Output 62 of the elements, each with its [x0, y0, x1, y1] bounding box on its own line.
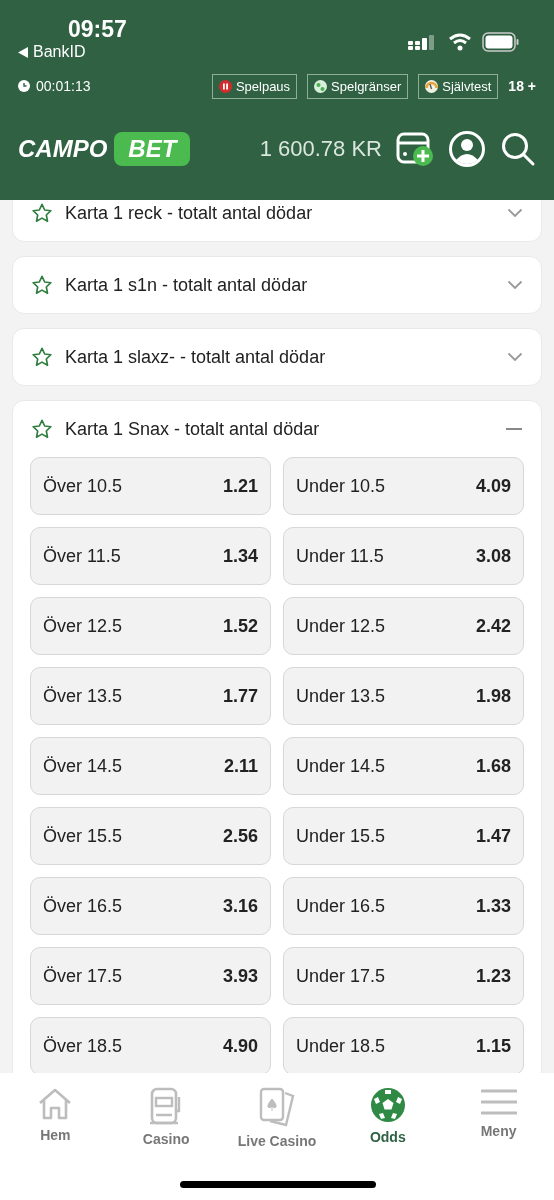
nav-tab[interactable]: Live Casino: [221, 1087, 333, 1149]
market-title: Karta 1 reck - totalt antal dödar: [65, 202, 314, 224]
logo-badge: BET: [114, 132, 191, 166]
nav-tab[interactable]: Odds: [332, 1087, 444, 1145]
odds-button[interactable]: Över 15.5 2.56: [30, 807, 271, 865]
wifi-icon: [448, 33, 472, 51]
clock-icon: [18, 80, 30, 92]
star-icon[interactable]: [31, 202, 53, 224]
profile-icon[interactable]: [448, 130, 486, 168]
market-header[interactable]: Karta 1 s1n - totalt antal dödar: [13, 257, 541, 313]
responsible-gaming-link[interactable]: Självtest: [418, 73, 499, 99]
star-icon[interactable]: [31, 418, 53, 440]
gauge-icon: [425, 79, 439, 93]
nav-tab[interactable]: Meny: [443, 1087, 554, 1139]
odds-button[interactable]: Över 12.5 1.52: [30, 597, 271, 655]
menu-icon: [480, 1087, 517, 1117]
chevron-down-icon[interactable]: [507, 352, 523, 362]
battery-icon: [482, 32, 520, 52]
market-header[interactable]: Karta 1 Snax - totalt antal dödar: [13, 401, 541, 457]
wallet-plus-icon[interactable]: [396, 131, 434, 167]
pause-icon: [218, 79, 232, 93]
globe-icon: [314, 79, 328, 93]
back-arrow-icon[interactable]: [18, 46, 28, 58]
soccer-ball-icon: [369, 1087, 406, 1123]
age-limit: 18 +: [508, 78, 536, 94]
odds-button[interactable]: Över 18.5 4.90: [30, 1017, 271, 1073]
playing-cards-icon: [258, 1087, 296, 1127]
nav-tab[interactable]: Casino: [110, 1087, 222, 1147]
odds-button[interactable]: Över 16.5 3.16: [30, 877, 271, 935]
collapse-icon[interactable]: [505, 427, 523, 431]
odds-button[interactable]: Över 13.5 1.77: [30, 667, 271, 725]
market-header[interactable]: Karta 1 reck - totalt antal dödar: [13, 200, 541, 241]
odds-button[interactable]: Under 13.5 1.98: [283, 667, 524, 725]
chevron-down-icon[interactable]: [507, 208, 523, 218]
odds-button[interactable]: Över 11.5 1.34: [30, 527, 271, 585]
odds-button[interactable]: Under 10.5 4.09: [283, 457, 524, 515]
odds-button[interactable]: Under 11.5 3.08: [283, 527, 524, 585]
status-time: 09:57: [67, 16, 127, 42]
odds-button[interactable]: Under 18.5 1.15: [283, 1017, 524, 1073]
market-header[interactable]: Karta 1 slaxz- - totalt antal dödar: [13, 329, 541, 385]
back-link[interactable]: BankID: [33, 42, 86, 62]
odds-button[interactable]: Under 17.5 1.23: [283, 947, 524, 1005]
search-icon[interactable]: [500, 131, 536, 167]
odds-button[interactable]: Under 15.5 1.47: [283, 807, 524, 865]
chevron-down-icon[interactable]: [507, 280, 523, 290]
nav-tab[interactable]: Hem: [0, 1087, 111, 1143]
session-timer: 00:01:13: [36, 78, 91, 94]
odds-button[interactable]: Över 14.5 2.11: [30, 737, 271, 795]
market-title: Karta 1 Snax - totalt antal dödar: [65, 418, 321, 440]
market-title: Karta 1 s1n - totalt antal dödar: [65, 274, 309, 296]
responsible-gaming-link[interactable]: Spelpaus: [211, 73, 298, 99]
odds-button[interactable]: Över 10.5 1.21: [30, 457, 271, 515]
logo-text: CAMPO: [18, 135, 108, 163]
odds-button[interactable]: Under 14.5 1.68: [283, 737, 524, 795]
responsible-gaming-link[interactable]: Spelgränser: [307, 73, 409, 99]
odds-button[interactable]: Över 17.5 3.93: [30, 947, 271, 1005]
star-icon[interactable]: [31, 274, 53, 296]
account-balance: 1 600.78 KR: [259, 136, 382, 162]
star-icon[interactable]: [31, 346, 53, 368]
market-title: Karta 1 slaxz- - totalt antal dödar: [65, 346, 327, 368]
odds-button[interactable]: Under 16.5 1.33: [283, 877, 524, 935]
odds-button[interactable]: Under 12.5 2.42: [283, 597, 524, 655]
